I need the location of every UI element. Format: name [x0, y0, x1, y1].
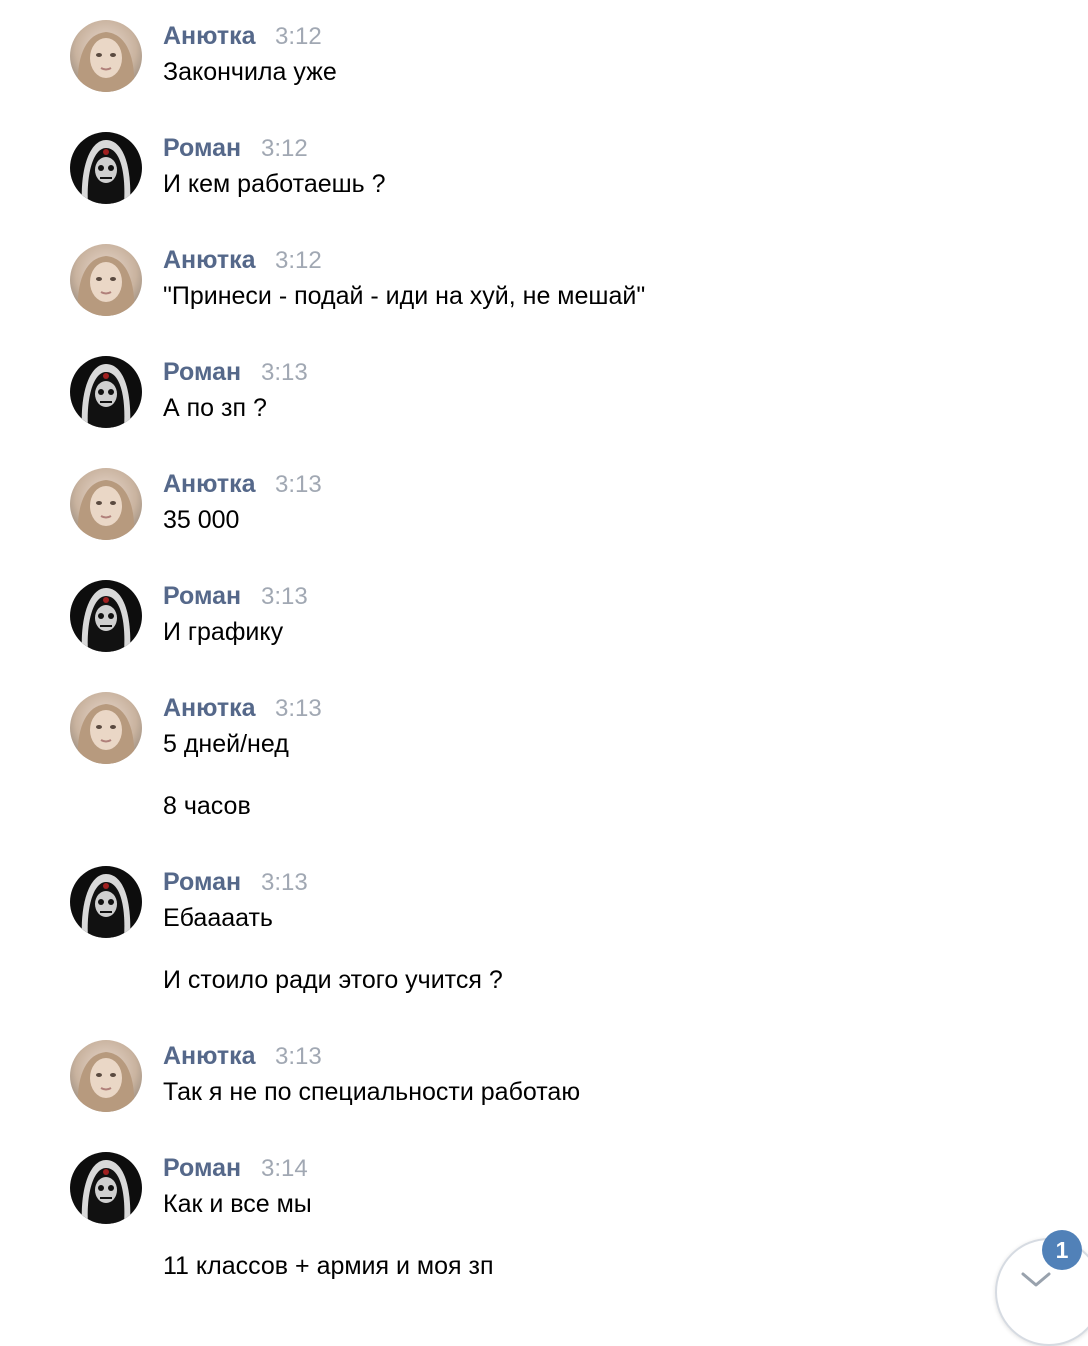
anyutka-avatar[interactable]	[70, 244, 142, 316]
message-author[interactable]: Роман	[163, 1154, 241, 1183]
message-text: 5 дней/нед	[163, 730, 289, 758]
roman-avatar[interactable]	[70, 356, 142, 428]
anyutka-avatar[interactable]	[70, 20, 142, 92]
anyutka-avatar[interactable]	[70, 692, 142, 764]
message-text: 35 000	[163, 506, 240, 534]
message-time[interactable]: 3:13	[275, 695, 322, 723]
message-time[interactable]: 3:13	[261, 359, 308, 387]
message-author[interactable]: Анютка	[163, 470, 256, 499]
message-text: "Принеси - подай - иди на хуй, не мешай"	[163, 282, 646, 310]
message-author[interactable]: Роман	[163, 134, 241, 163]
message-author[interactable]: Анютка	[163, 694, 256, 723]
message-author[interactable]: Роман	[163, 358, 241, 387]
message-author[interactable]: Анютка	[163, 246, 256, 275]
message-time[interactable]: 3:12	[275, 23, 322, 51]
message-text: 11 классов + армия и моя зп	[163, 1252, 494, 1280]
message-time[interactable]: 3:13	[261, 583, 308, 611]
anyutka-avatar[interactable]	[70, 468, 142, 540]
message-author[interactable]: Роман	[163, 582, 241, 611]
anyutka-avatar[interactable]	[70, 1040, 142, 1112]
roman-avatar[interactable]	[70, 132, 142, 204]
message-text: Закончила уже	[163, 58, 337, 86]
roman-avatar[interactable]	[70, 866, 142, 938]
message-time[interactable]: 3:12	[275, 247, 322, 275]
roman-avatar[interactable]	[70, 1152, 142, 1224]
message-author[interactable]: Анютка	[163, 1042, 256, 1071]
message-author[interactable]: Роман	[163, 868, 241, 897]
message-text: Как и все мы	[163, 1190, 312, 1218]
message-text: Ебаааать	[163, 904, 273, 932]
message-text: 8 часов	[163, 792, 251, 820]
chevron-down-icon	[1021, 1272, 1051, 1287]
message-text: И кем работаешь ?	[163, 170, 386, 198]
unread-count-badge[interactable]: 1	[1042, 1230, 1082, 1270]
message-author[interactable]: Анютка	[163, 22, 256, 51]
message-time[interactable]: 3:13	[275, 471, 322, 499]
message-time[interactable]: 3:14	[261, 1155, 308, 1183]
message-text: А по зп ?	[163, 394, 267, 422]
roman-avatar[interactable]	[70, 580, 142, 652]
message-time[interactable]: 3:13	[275, 1043, 322, 1071]
message-text: И стоило ради этого учится ?	[163, 966, 503, 994]
message-text: И графику	[163, 618, 284, 646]
message-text: Так я не по специальности работаю	[163, 1078, 581, 1106]
message-time[interactable]: 3:12	[261, 135, 308, 163]
message-time[interactable]: 3:13	[261, 869, 308, 897]
